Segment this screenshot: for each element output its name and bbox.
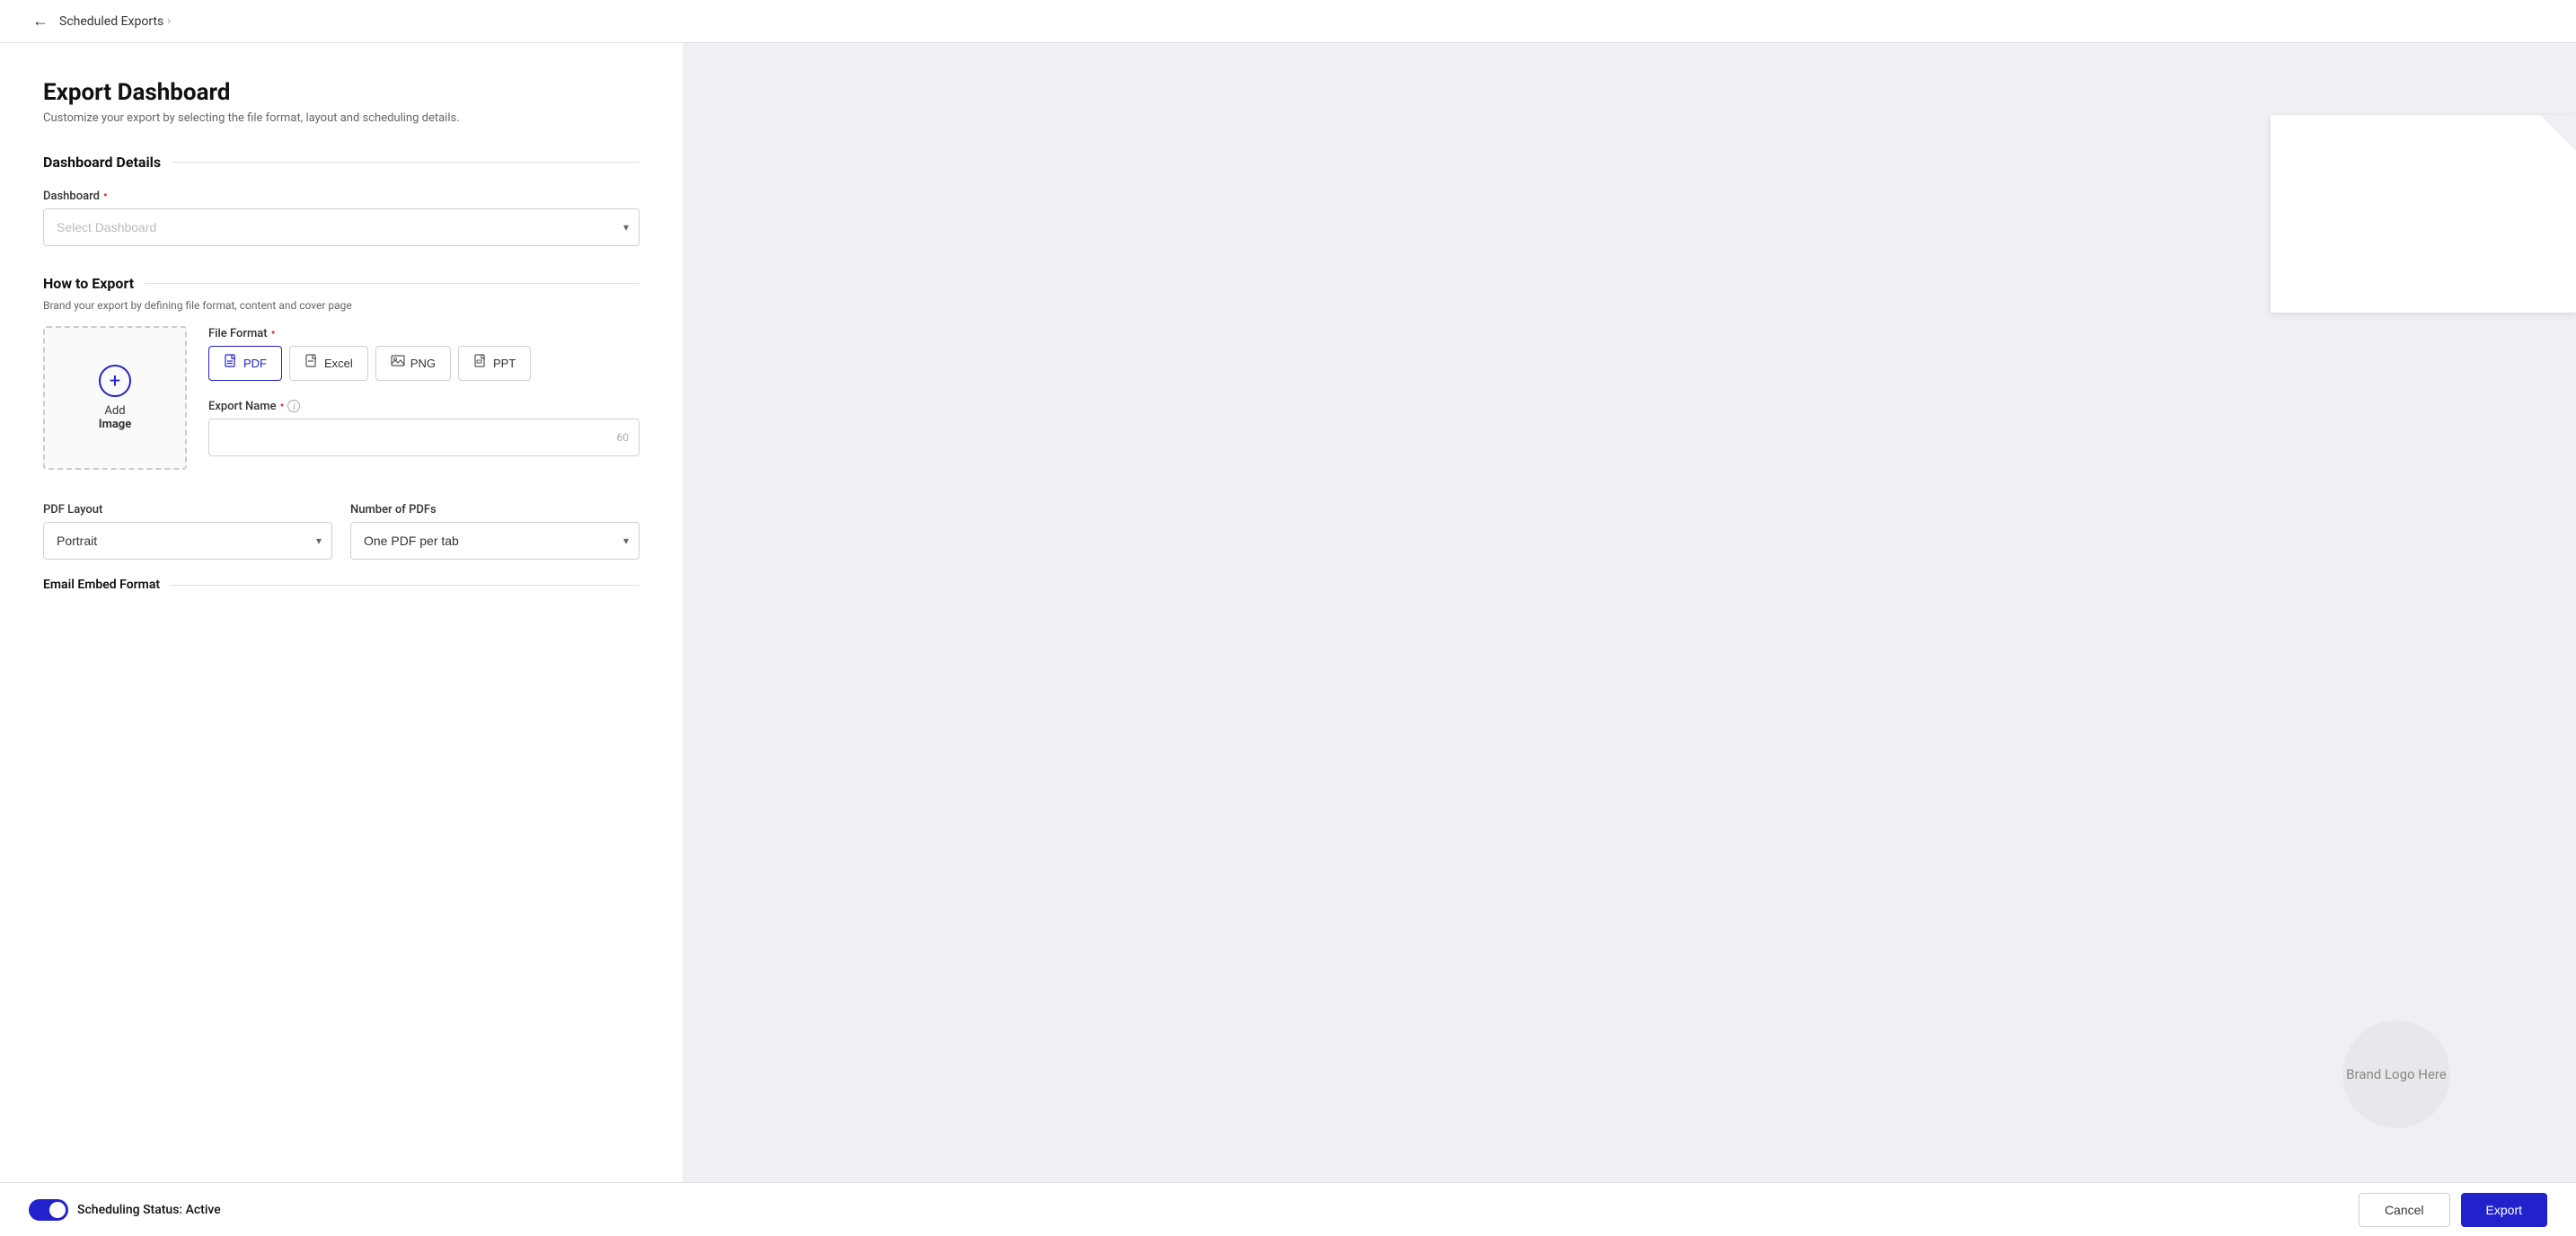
scheduling-label: Scheduling Status: Active bbox=[77, 1203, 221, 1217]
file-format-label: File Format • bbox=[208, 326, 640, 340]
scheduling-toggle[interactable] bbox=[29, 1199, 68, 1221]
number-of-pdfs-label: Number of PDFs bbox=[350, 503, 640, 516]
page-title: Export Dashboard bbox=[43, 79, 640, 106]
pdf-icon bbox=[224, 354, 238, 373]
email-embed-divider bbox=[171, 585, 640, 586]
format-btn-pdf-label: PDF bbox=[243, 357, 267, 370]
dashboard-details-header: Dashboard Details bbox=[43, 154, 640, 171]
cancel-button[interactable]: Cancel bbox=[2359, 1193, 2450, 1227]
back-button[interactable]: ← bbox=[29, 8, 52, 34]
how-to-export-fields: File Format • bbox=[208, 326, 640, 474]
page-subtitle: Customize your export by selecting the f… bbox=[43, 111, 640, 125]
how-to-export-description: Brand your export by defining file forma… bbox=[43, 299, 640, 312]
export-name-info-icon[interactable]: i bbox=[287, 400, 300, 412]
number-of-pdfs-field: Number of PDFs One PDF per tab One PDF f… bbox=[350, 503, 640, 560]
brand-logo-placeholder: Brand Logo Here bbox=[2342, 1020, 2450, 1128]
number-of-pdfs-select-wrapper: One PDF per tab One PDF for all tabs ▾ bbox=[350, 522, 640, 560]
email-embed-field: Email Embed Format bbox=[43, 578, 640, 592]
pdf-layout-select-wrapper: Portrait Landscape ▾ bbox=[43, 522, 332, 560]
png-icon bbox=[391, 354, 405, 373]
breadcrumb-chevron: › bbox=[167, 14, 171, 28]
export-name-wrapper: 60 bbox=[208, 419, 640, 456]
export-name-required-dot: • bbox=[280, 399, 285, 413]
preview-panel: Brand Logo Here bbox=[683, 43, 2576, 1236]
preview-paper bbox=[2271, 115, 2576, 313]
email-embed-header: Email Embed Format bbox=[43, 578, 640, 592]
add-image-box[interactable]: + Add Image bbox=[43, 326, 187, 470]
format-btn-ppt-label: PPT bbox=[493, 357, 516, 370]
add-image-label-bottom: Image bbox=[99, 418, 131, 431]
format-btn-excel-label: Excel bbox=[324, 357, 353, 370]
excel-icon bbox=[304, 354, 319, 373]
format-btn-pdf[interactable]: PDF bbox=[208, 346, 282, 381]
email-embed-label: Email Embed Format bbox=[43, 578, 160, 592]
main-layout: Export Dashboard Customize your export b… bbox=[0, 43, 2576, 1236]
ppt-icon bbox=[473, 354, 488, 373]
export-name-field: Export Name • i 60 bbox=[208, 399, 640, 456]
how-to-export-divider bbox=[145, 283, 640, 284]
top-nav: ← Scheduled Exports › bbox=[0, 0, 2576, 43]
form-panel: Export Dashboard Customize your export b… bbox=[0, 43, 683, 1236]
export-name-label: Export Name • i bbox=[208, 399, 640, 413]
how-to-export-section: How to Export Brand your export by defin… bbox=[43, 275, 640, 474]
pdf-layout-select[interactable]: Portrait Landscape bbox=[43, 522, 332, 560]
pdf-layout-row: PDF Layout Portrait Landscape ▾ Number o… bbox=[43, 503, 640, 578]
format-buttons: PDF Excel bbox=[208, 346, 640, 381]
number-of-pdfs-select[interactable]: One PDF per tab One PDF for all tabs bbox=[350, 522, 640, 560]
scheduling-status: Scheduling Status: Active bbox=[29, 1199, 221, 1221]
add-image-label-top: Add bbox=[104, 404, 125, 418]
format-btn-ppt[interactable]: PPT bbox=[458, 346, 531, 381]
paper-fold bbox=[2540, 115, 2576, 151]
breadcrumb-label[interactable]: Scheduled Exports bbox=[59, 14, 163, 29]
file-format-required-dot: • bbox=[271, 326, 276, 340]
section-divider bbox=[172, 162, 640, 163]
dashboard-details-title: Dashboard Details bbox=[43, 154, 161, 171]
how-to-export-header: How to Export bbox=[43, 275, 640, 292]
how-to-export-title: How to Export bbox=[43, 275, 134, 292]
format-btn-png-label: PNG bbox=[410, 357, 436, 370]
pdf-layout-field: PDF Layout Portrait Landscape ▾ bbox=[43, 503, 332, 560]
export-name-input[interactable] bbox=[208, 419, 640, 456]
add-image-plus-icon: + bbox=[99, 365, 131, 397]
back-arrow-icon: ← bbox=[32, 12, 49, 31]
bottom-bar: Scheduling Status: Active Cancel Export bbox=[0, 1182, 2576, 1236]
dashboard-field-label: Dashboard • bbox=[43, 189, 640, 203]
how-to-export-body: + Add Image File Format • bbox=[43, 326, 640, 474]
dashboard-select[interactable]: Select Dashboard bbox=[43, 208, 640, 246]
pdf-layout-label: PDF Layout bbox=[43, 503, 332, 516]
char-count: 60 bbox=[617, 431, 630, 444]
file-format-field: File Format • bbox=[208, 326, 640, 381]
dashboard-field: Dashboard • Select Dashboard ▾ bbox=[43, 189, 640, 246]
dashboard-select-wrapper: Select Dashboard ▾ bbox=[43, 208, 640, 246]
bottom-actions: Cancel Export bbox=[2359, 1193, 2547, 1227]
dashboard-details-section: Dashboard Details Dashboard • Select Das… bbox=[43, 154, 640, 246]
format-btn-excel[interactable]: Excel bbox=[289, 346, 368, 381]
toggle-slider bbox=[29, 1199, 68, 1221]
format-btn-png[interactable]: PNG bbox=[375, 346, 451, 381]
dashboard-required-dot: • bbox=[103, 189, 108, 203]
breadcrumb: Scheduled Exports › bbox=[59, 14, 171, 29]
export-button[interactable]: Export bbox=[2461, 1193, 2547, 1227]
